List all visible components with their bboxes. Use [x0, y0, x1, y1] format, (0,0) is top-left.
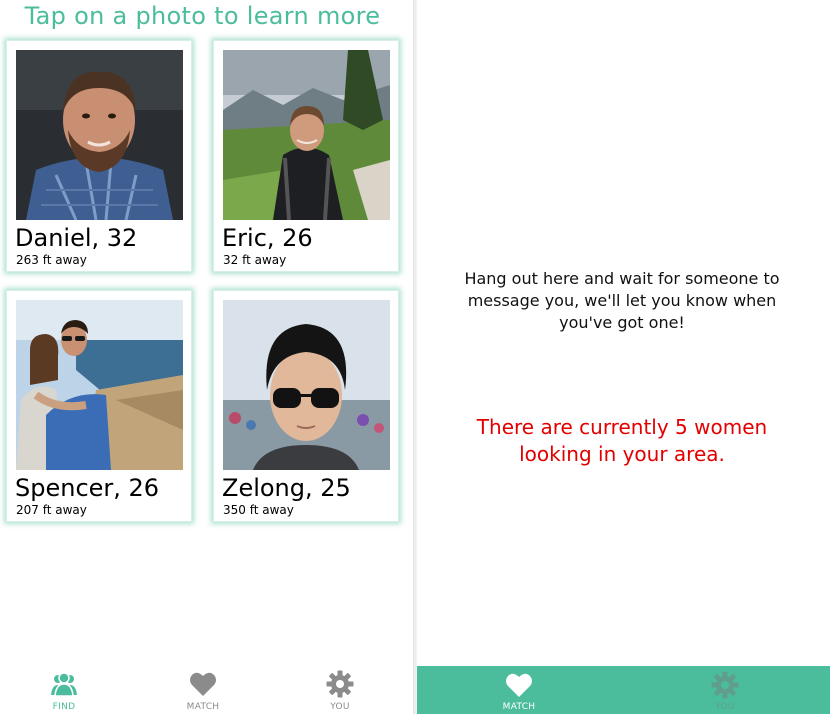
- profile-photo[interactable]: [16, 50, 183, 220]
- match-screen: Hang out here and wait for someone to me…: [417, 0, 830, 714]
- tab-you[interactable]: YOU: [685, 666, 765, 714]
- profile-photo[interactable]: [16, 300, 183, 470]
- tab-find[interactable]: FIND: [24, 664, 104, 714]
- profile-name: Zelong, 25: [222, 474, 351, 502]
- profile-name: Eric, 26: [222, 224, 313, 252]
- heart-icon: [506, 673, 532, 697]
- wait-message: Hang out here and wait for someone to me…: [464, 269, 780, 332]
- gear-icon: [711, 671, 739, 699]
- profile-distance: 207 ft away: [16, 503, 87, 517]
- profile-card-eric[interactable]: Eric, 26 32 ft away: [213, 40, 399, 272]
- profile-distance: 32 ft away: [223, 253, 287, 267]
- profile-card-zelong[interactable]: Zelong, 25 350 ft away: [213, 290, 399, 522]
- profile-photo[interactable]: [223, 50, 390, 220]
- profile-distance: 263 ft away: [16, 253, 87, 267]
- tab-bar: MATCH YOU: [417, 666, 830, 714]
- tab-label: YOU: [330, 702, 350, 712]
- tab-match[interactable]: MATCH: [479, 666, 559, 714]
- nearby-count-message: There are currently 5 women looking in y…: [476, 415, 768, 466]
- tab-label: MATCH: [502, 702, 536, 712]
- page-title: Tap on a photo to learn more: [24, 2, 381, 30]
- people-icon: [51, 672, 77, 697]
- gear-icon: [326, 670, 354, 698]
- heart-icon: [190, 672, 216, 696]
- profile-card-spencer[interactable]: Spencer, 26 207 ft away: [6, 290, 192, 522]
- profile-name: Daniel, 32: [15, 224, 138, 252]
- profile-card-daniel[interactable]: Daniel, 32 263 ft away: [6, 40, 192, 272]
- profile-photo[interactable]: [223, 300, 390, 470]
- tab-label: FIND: [52, 702, 76, 712]
- profile-name: Spencer, 26: [15, 474, 160, 502]
- find-screen: Tap on a photo to learn more Daniel, 32 …: [0, 0, 415, 714]
- tab-bar: FIND MATCH YOU: [0, 664, 415, 714]
- tab-label: YOU: [715, 702, 735, 712]
- profile-distance: 350 ft away: [223, 503, 294, 517]
- tab-label: MATCH: [186, 702, 220, 712]
- tab-match[interactable]: MATCH: [163, 664, 243, 714]
- tab-you[interactable]: YOU: [300, 664, 380, 714]
